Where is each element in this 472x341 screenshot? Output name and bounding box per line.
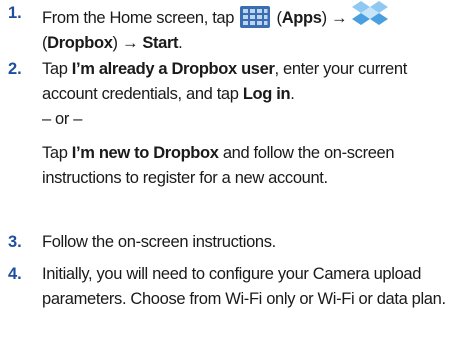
dropbox-label: Dropbox xyxy=(47,34,113,52)
step-text: Initially, you will need to configure yo… xyxy=(42,265,446,308)
step-number: 2. xyxy=(8,60,22,78)
apps-grid-icon xyxy=(240,6,271,28)
step-2: 2. Tap I’m already a Dropbox user, enter… xyxy=(0,57,472,225)
option-new-user: Tap I’m new to Dropbox and follow the on… xyxy=(42,144,395,187)
step-number: 4. xyxy=(8,265,22,283)
new-user-label: I’m new to Dropbox xyxy=(71,144,219,162)
step-1: 1. From the Home screen, tap (Apps) → (D… xyxy=(0,1,472,53)
step-text: From the Home screen, tap (Apps) → (Drop… xyxy=(42,1,466,56)
dropbox-icon xyxy=(352,1,389,25)
log-in-label: Log in xyxy=(242,85,291,103)
step-number: 1. xyxy=(8,4,22,22)
arrow-icon: → xyxy=(121,34,139,52)
apps-label: Apps xyxy=(281,9,322,27)
step-text: Follow the on-screen instructions. xyxy=(42,233,276,251)
start-label: Start xyxy=(142,34,179,52)
arrow-icon: → xyxy=(330,9,348,27)
step-text: Tap I’m already a Dropbox user, enter yo… xyxy=(42,57,466,191)
option-existing-user: Tap I’m already a Dropbox user, enter yo… xyxy=(42,60,407,103)
or-separator: – or – xyxy=(42,110,83,128)
step-number: 3. xyxy=(8,233,22,251)
instruction-page: 1. From the Home screen, tap (Apps) → (D… xyxy=(0,0,472,341)
step-3: 3. Follow the on-screen instructions. xyxy=(0,230,472,256)
already-user-label: I’m already a Dropbox user xyxy=(71,60,275,78)
step-4: 4. Initially, you will need to configure… xyxy=(0,262,472,340)
